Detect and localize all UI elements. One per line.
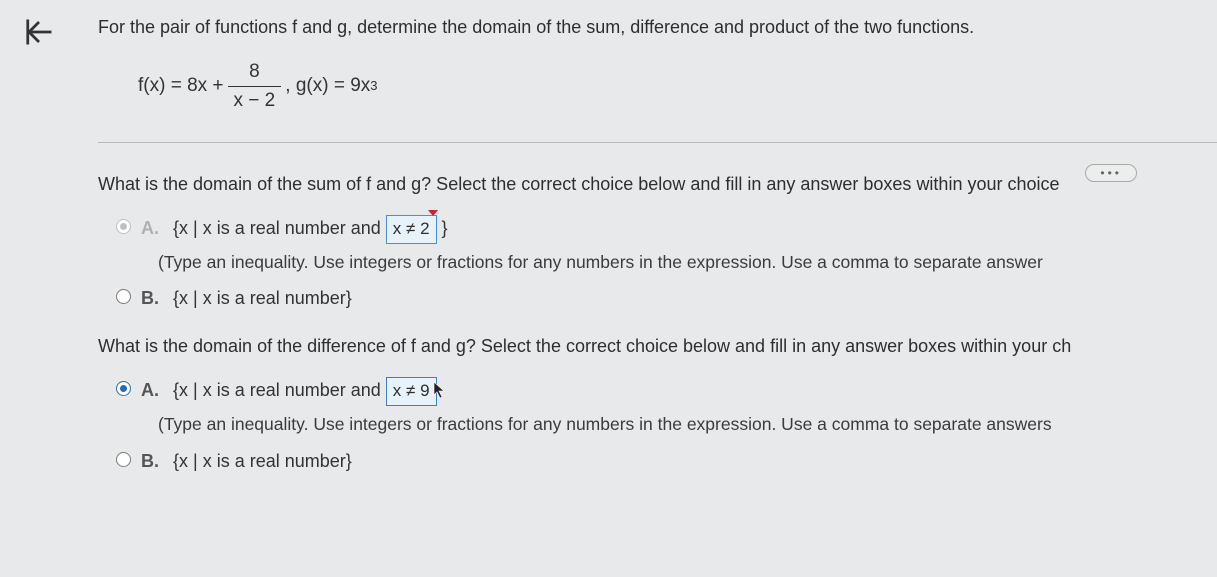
fraction: 8 x − 2 (228, 58, 282, 114)
q2-choice-b-row: B. {x | x is a real number} (116, 448, 1217, 474)
q2-radio-a[interactable] (116, 381, 131, 396)
q1-label-b: B. (141, 285, 163, 311)
page-container: For the pair of functions f and g, deter… (0, 0, 1217, 577)
left-column (0, 0, 78, 577)
q1-choice-b-row: B. {x | x is a real number} (116, 285, 1217, 311)
q2-hint: (Type an inequality. Use integers or fra… (158, 412, 1217, 437)
q1-a-text-pre: {x | x is a real number and (173, 218, 386, 238)
q2-choice-a-body: {x | x is a real number and x ≠ 9 (173, 377, 1217, 406)
g-expression: , g(x) = 9x (285, 72, 370, 100)
q2-choice-b-text: {x | x is a real number} (173, 448, 1217, 474)
q1-choice-a-row: A. {x | x is a real number and x ≠ 2 } (116, 215, 1217, 244)
f-expression-left: f(x) = 8x + (138, 72, 224, 100)
q2-label-a: A. (141, 377, 163, 403)
fraction-numerator: 8 (243, 58, 266, 86)
q2-a-text-pre: {x | x is a real number and (173, 380, 386, 400)
question-1-block: What is the domain of the sum of f and g… (98, 171, 1217, 311)
q2-label-b: B. (141, 448, 163, 474)
input-marker-icon (428, 210, 438, 216)
q1-hint: (Type an inequality. Use integers or fra… (158, 250, 1217, 275)
q2-choice-a-row: A. {x | x is a real number and x ≠ 9 (116, 377, 1217, 406)
question-1-prompt: What is the domain of the sum of f and g… (98, 171, 1217, 197)
fraction-denominator: x − 2 (228, 86, 282, 115)
q1-label-a: A. (141, 215, 163, 241)
q1-a-text-post: } (437, 218, 448, 238)
equation-row: f(x) = 8x + 8 x − 2 , g(x) = 9x3 (138, 58, 1217, 114)
cursor-icon (433, 380, 447, 406)
problem-statement: For the pair of functions f and g, deter… (98, 14, 1217, 40)
q1-choice-a-body: {x | x is a real number and x ≠ 2 } (173, 215, 1217, 244)
more-options-pill[interactable]: ••• (1085, 164, 1137, 182)
q2-radio-b[interactable] (116, 452, 131, 467)
q1-choice-b-text: {x | x is a real number} (173, 285, 1217, 311)
q1-answer-box[interactable]: x ≠ 2 (386, 215, 437, 244)
q2-answer-box[interactable]: x ≠ 9 (386, 377, 437, 406)
question-2-block: What is the domain of the difference of … (98, 333, 1217, 473)
q1-radio-a[interactable] (116, 219, 131, 234)
main-content: For the pair of functions f and g, deter… (78, 0, 1217, 577)
g-exponent: 3 (370, 77, 377, 96)
q1-radio-b[interactable] (116, 289, 131, 304)
q1-answer-value: x ≠ 2 (393, 219, 430, 238)
section-divider (98, 142, 1217, 143)
question-2-prompt: What is the domain of the difference of … (98, 333, 1217, 359)
back-button[interactable] (21, 14, 57, 50)
back-arrow-icon (24, 17, 54, 47)
q2-answer-value: x ≠ 9 (393, 381, 430, 400)
